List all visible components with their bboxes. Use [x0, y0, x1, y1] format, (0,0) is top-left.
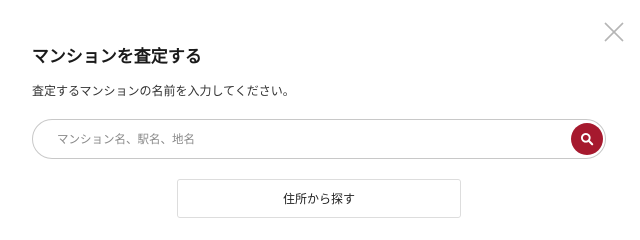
instruction-text: 査定するマンションの名前を入力してください。 [32, 84, 295, 98]
close-icon [604, 22, 624, 42]
modal-title: マンションを査定する [32, 47, 202, 67]
close-button[interactable] [602, 20, 626, 44]
search-icon [580, 132, 594, 146]
address-search-button[interactable]: 住所から探す [177, 179, 461, 218]
search-input[interactable] [57, 120, 557, 158]
address-search-label: 住所から探す [282, 192, 355, 206]
search-button[interactable] [571, 123, 603, 155]
search-bar [32, 119, 606, 159]
